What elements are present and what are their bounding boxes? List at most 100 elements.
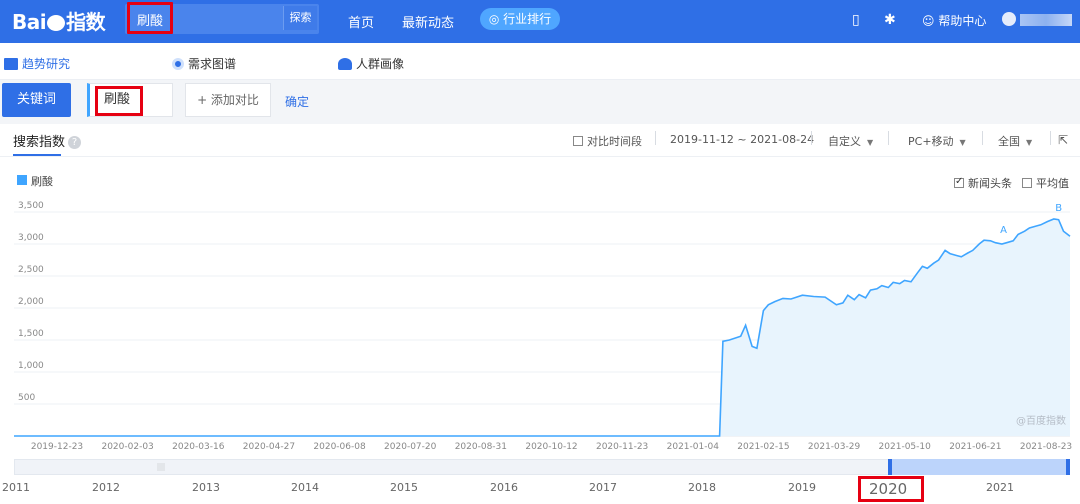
timeline-handle-left[interactable] (888, 459, 892, 475)
compare-period-toggle[interactable]: 对比时间段 (573, 133, 642, 149)
tab-demand-label: 需求图谱 (188, 57, 237, 71)
trend-icon (4, 58, 18, 70)
region-label: 全国 (998, 135, 1020, 148)
x-tick-label: 2020-10-12 (525, 442, 577, 452)
x-tick-label: 2020-03-16 (172, 442, 225, 452)
logo-text: Bai (12, 10, 47, 34)
date-range[interactable]: 2019-11-12 ~ 2021-08-24 (670, 133, 814, 146)
x-tick-label: 2021-08-23 (1020, 442, 1072, 452)
timeline-year-label: 2020 (869, 480, 908, 498)
news-label: 新闻头条 (968, 177, 1012, 190)
baidu-index-logo[interactable]: Bai 指数 (12, 6, 106, 35)
timeline-year-label: 2013 (192, 481, 220, 494)
mobile-icon[interactable]: ▯ (852, 12, 860, 28)
tab-demand[interactable]: 需求图谱 (172, 55, 236, 72)
y-tick-label: 3,000 (18, 233, 44, 243)
help-label: 帮助中心 (938, 14, 987, 28)
top-nav: Bai 指数 探索 首页 最新动态 ◎ 行业排行 ▯ ✱ ☺ 帮助中心 (0, 0, 1080, 43)
x-tick-label: 2020-02-03 (101, 442, 153, 452)
x-tick-label: 2020-11-23 (596, 442, 648, 452)
news-checkbox (954, 176, 964, 188)
wechat-icon[interactable]: ✱ (884, 12, 896, 28)
timeline-year-label: 2017 (589, 481, 617, 494)
timeline-handle-right[interactable] (1066, 459, 1070, 475)
tab-trend[interactable]: 趋势研究 (4, 55, 70, 72)
paw-icon (47, 15, 66, 31)
y-tick-label: 3,500 (18, 201, 44, 211)
x-tick-label: 2021-03-29 (808, 442, 861, 452)
y-tick-label: 2,500 (18, 265, 44, 275)
caret-down-icon: ▼ (1026, 138, 1033, 147)
help-center-link[interactable]: ☺ 帮助中心 (922, 12, 986, 29)
help-question-icon[interactable]: ? (68, 136, 82, 149)
annotation-label: B (1055, 203, 1062, 214)
timeline-marker (157, 463, 165, 471)
average-checkbox (1022, 178, 1032, 188)
keyword-row: 关键词 刷酸 + 添加对比 确定 (0, 80, 1080, 124)
rank-label: 行业排行 (503, 12, 552, 26)
custom-dropdown[interactable]: 自定义 ▼ (828, 133, 873, 149)
sub-nav: 趋势研究 需求图谱 人群画像 (0, 43, 1080, 80)
keyword-chip[interactable]: 刷酸 (87, 83, 173, 117)
y-tick-label: 500 (18, 393, 35, 403)
search-index-chart[interactable]: 500 1,000 1,500 2,000 2,500 3,000 3,500 2019-12… (0, 196, 1080, 456)
x-tick-label: 2020-04-27 (243, 442, 295, 452)
avatar[interactable] (1002, 12, 1016, 26)
annotation-label: A (1000, 225, 1007, 236)
x-tick-label: 2021-05-10 (879, 442, 932, 452)
compare-period-label: 对比时间段 (587, 135, 642, 148)
custom-label: 自定义 (828, 135, 861, 148)
rank-icon: ◎ (488, 12, 500, 26)
keyword-tab-button[interactable]: 关键词 (2, 83, 71, 117)
index-title-label: 搜索指数 (13, 135, 66, 150)
search-button[interactable]: 探索 (283, 6, 317, 30)
x-tick-label: 2020-08-31 (455, 442, 507, 452)
nav-news[interactable]: 最新动态 (402, 12, 454, 31)
tab-crowd-label: 人群画像 (356, 57, 405, 71)
timeline-year-label: 2016 (490, 481, 518, 494)
external-link-icon[interactable]: ⇱ (1058, 133, 1068, 147)
y-tick-label: 1,000 (18, 361, 44, 371)
timeline-year-label: 2021 (986, 481, 1014, 494)
legend-series-label[interactable]: 刷酸 (31, 173, 53, 189)
region-dropdown[interactable]: 全国 ▼ (998, 133, 1032, 149)
y-tick-label: 1,500 (18, 329, 44, 339)
search-input[interactable] (131, 8, 281, 30)
device-dropdown[interactable]: PC+移动 ▼ (908, 133, 966, 149)
timeline-year-label: 2014 (291, 481, 319, 494)
tab-crowd[interactable]: 人群画像 (338, 55, 404, 72)
nav-home[interactable]: 首页 (348, 12, 374, 31)
y-tick-label: 2,000 (18, 297, 44, 307)
nav-rank-button[interactable]: ◎ 行业排行 (480, 8, 560, 30)
radio-icon (172, 58, 184, 70)
x-tick-label: 2021-02-15 (737, 442, 789, 452)
divider (982, 131, 983, 145)
caret-down-icon: ▼ (959, 138, 966, 147)
timeline-year-label: 2011 (2, 481, 30, 494)
timeline-year-label: 2015 (390, 481, 418, 494)
watermark: @百度指数 (1016, 414, 1066, 427)
divider (1050, 131, 1051, 145)
divider (888, 131, 889, 145)
x-tick-label: 2020-06-08 (313, 442, 366, 452)
news-toggle[interactable]: 新闻头条 (954, 175, 1012, 191)
x-tick-label: 2021-01-04 (667, 442, 720, 452)
header-divider (0, 156, 1080, 157)
people-icon (338, 58, 352, 70)
username-redacted[interactable] (1020, 14, 1072, 26)
average-label: 平均值 (1036, 177, 1069, 190)
series-area (14, 219, 1070, 436)
add-compare-button[interactable]: + 添加对比 (185, 83, 271, 117)
logo-suffix: 指数 (66, 10, 106, 34)
tab-trend-label: 趋势研究 (22, 57, 71, 71)
average-toggle[interactable]: 平均值 (1022, 175, 1069, 191)
x-tick-label: 2020-07-20 (384, 442, 437, 452)
timeline-year-label: 2012 (92, 481, 120, 494)
confirm-button[interactable]: 确定 (285, 93, 309, 110)
x-tick-label: 2021-06-21 (949, 442, 1001, 452)
divider (811, 131, 812, 145)
legend-swatch (17, 175, 27, 185)
x-tick-label: 2019-12-23 (31, 442, 83, 452)
search-index-title[interactable]: 搜索指数? (13, 131, 82, 150)
timeline-selection[interactable] (890, 459, 1070, 475)
